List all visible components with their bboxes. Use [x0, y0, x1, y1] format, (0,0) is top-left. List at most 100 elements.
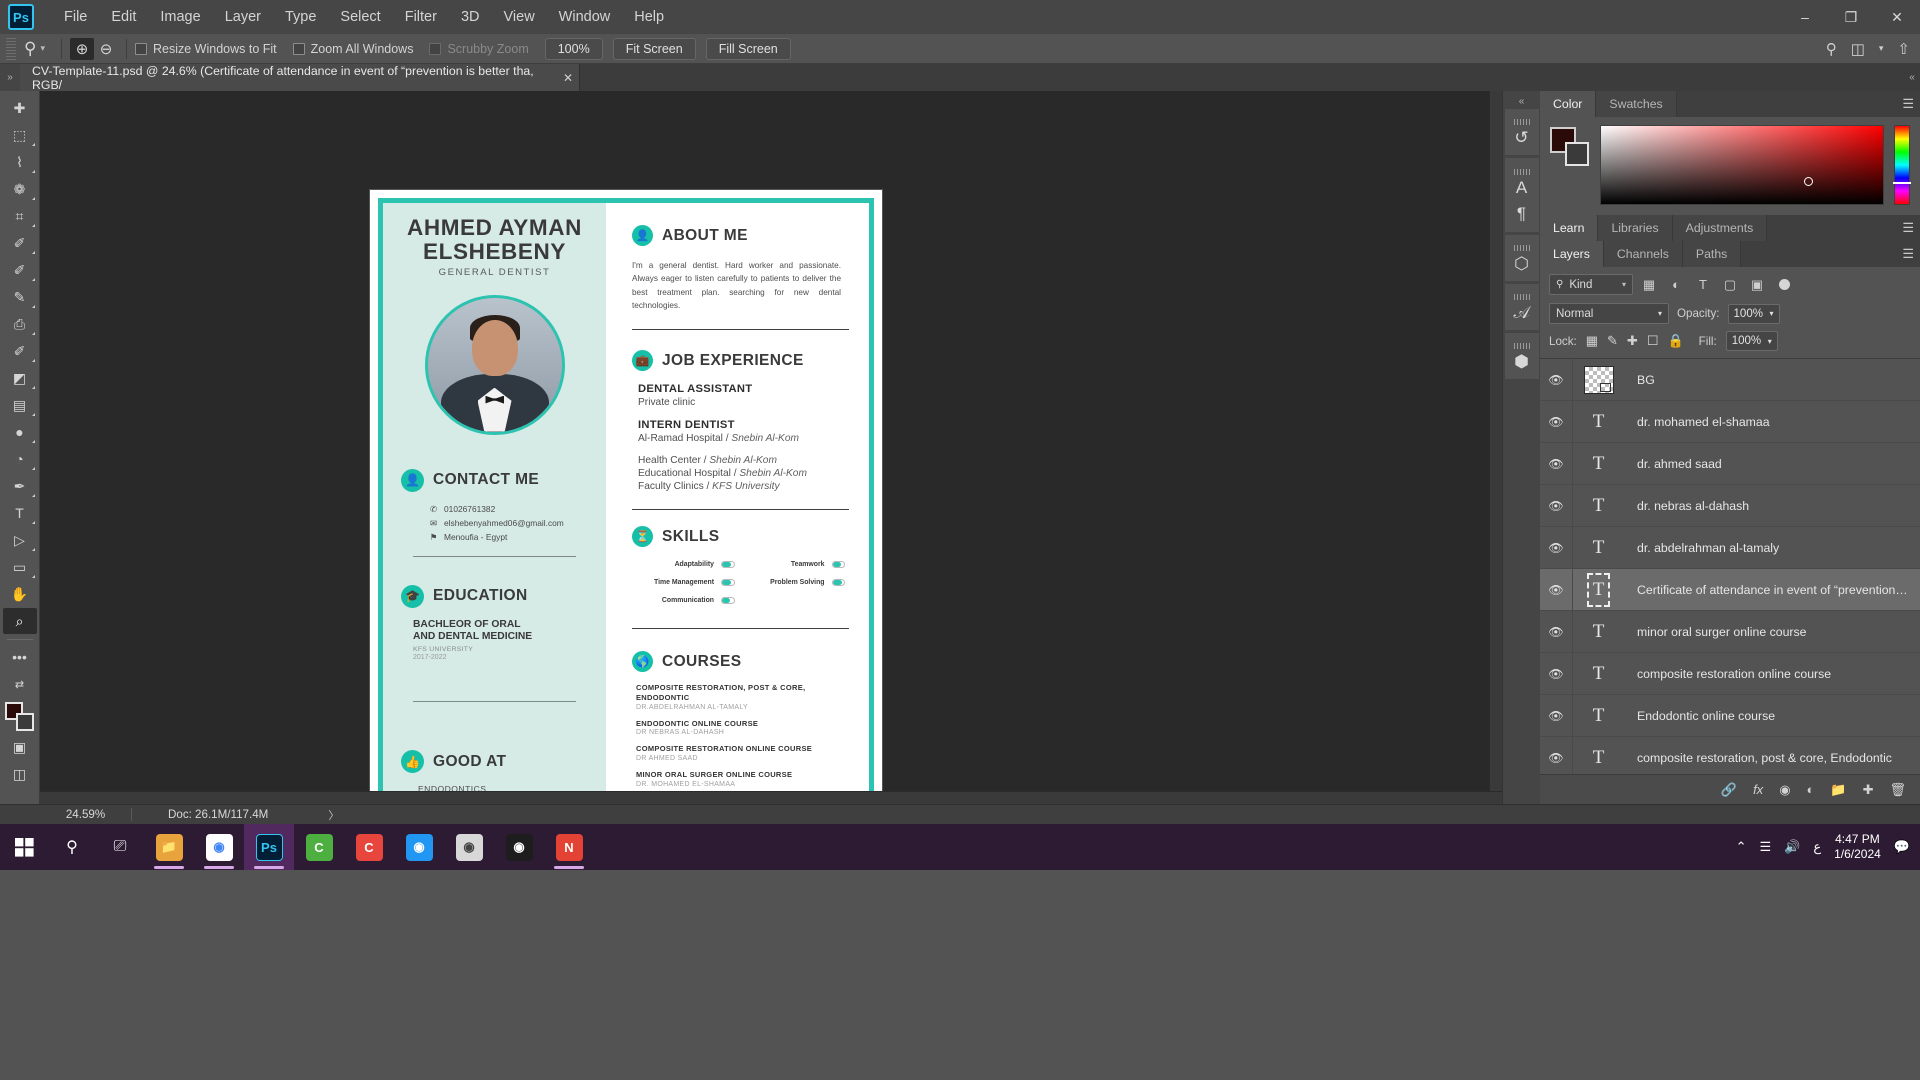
minimize-button[interactable]: – [1782, 0, 1828, 34]
fit-screen-button[interactable]: Fit Screen [612, 37, 696, 60]
taskbar-camtasia[interactable]: C [294, 824, 344, 870]
paragraph-panel-icon[interactable]: ¶ [1517, 205, 1526, 222]
table-row[interactable]: 👁 T composite restoration online course [1540, 653, 1920, 695]
taskbar-photoshop[interactable]: Ps [244, 824, 294, 870]
tool-eraser[interactable]: ◩ [3, 365, 37, 391]
tab-learn[interactable]: Learn [1540, 215, 1599, 241]
tool-history-brush[interactable]: ✐ [3, 338, 37, 364]
cv-document[interactable]: AHMED AYMAN ELSHEBENY GENERAL DENTIST 👤 … [370, 190, 882, 804]
workspace-icon[interactable]: ◫ [1851, 40, 1865, 58]
edit-toolbar-icon[interactable]: ••• [3, 644, 37, 670]
filter-smart-objects-icon[interactable]: ▣ [1746, 274, 1768, 295]
options-bar-grip[interactable] [6, 37, 16, 60]
layer-name[interactable]: dr. abdelrahman al-tamaly [1624, 541, 1920, 555]
tool-rectangular-marquee[interactable]: ⬚ [3, 122, 37, 148]
tool-clone-stamp[interactable]: ⎙ [3, 311, 37, 337]
clock[interactable]: 4:47 PM 1/6/2024 [1834, 832, 1881, 863]
new-group-icon[interactable]: 📁 [1830, 782, 1846, 798]
canvas-area[interactable]: AHMED AYMAN ELSHEBENY GENERAL DENTIST 👤 … [40, 91, 1502, 804]
tool-hand[interactable]: ✋ [3, 581, 37, 607]
filter-toggle-switch[interactable] [1779, 279, 1790, 290]
table-row[interactable]: 👁 T Endodontic online course [1540, 695, 1920, 737]
tool-preset-chevron-icon[interactable]: ▾ [40, 43, 45, 54]
close-button[interactable]: ✕ [1874, 0, 1920, 34]
taskbar-illustrator[interactable]: N [544, 824, 594, 870]
tool-horizontal-type[interactable]: T [3, 500, 37, 526]
table-row[interactable]: 👁 T dr. nebras al-dahash [1540, 485, 1920, 527]
layer-name[interactable]: Certificate of attendance in event of “p… [1624, 583, 1920, 597]
menu-image[interactable]: Image [148, 3, 212, 31]
taskbar-chrome[interactable]: ◉ [194, 824, 244, 870]
table-row[interactable]: 👁 T composite restoration, post & core, … [1540, 737, 1920, 774]
canvas-vertical-scrollbar[interactable] [1489, 91, 1502, 804]
tool-zoom[interactable]: ⌕ [2, 608, 37, 634]
filter-type-layers-icon[interactable]: T [1692, 274, 1714, 295]
quick-mask-icon[interactable]: ▣ [3, 734, 37, 760]
zoom-level[interactable]: 24.59% [40, 808, 132, 821]
hue-slider[interactable] [1893, 125, 1911, 205]
layer-name[interactable]: composite restoration, post & core, Endo… [1624, 751, 1920, 765]
taskbar-camtasia-recorder[interactable]: C [344, 824, 394, 870]
new-layer-icon[interactable]: ✚ [1863, 782, 1874, 798]
tool-object-selection[interactable]: ❁ [3, 176, 37, 202]
3d-materials-panel-icon[interactable]: ⬢ [1504, 333, 1539, 379]
menu-type[interactable]: Type [273, 3, 328, 31]
character-panel-icon[interactable]: A [1516, 179, 1527, 196]
table-row[interactable]: 👁 T dr. abdelrahman al-tamaly [1540, 527, 1920, 569]
layer-filter-kind[interactable]: ⚲ Kind ▾ [1549, 274, 1633, 295]
color-picker-cursor[interactable] [1804, 177, 1814, 187]
chevron-down-icon[interactable]: ▾ [1879, 43, 1884, 54]
layer-name[interactable]: minor oral surger online course [1624, 625, 1920, 639]
tab-strip-grip[interactable]: » [0, 64, 20, 91]
layer-name[interactable]: composite restoration online course [1624, 667, 1920, 681]
resize-windows-checkbox[interactable]: Resize Windows to Fit [134, 42, 277, 56]
menu-view[interactable]: View [492, 3, 547, 31]
delete-layer-icon[interactable]: 🗑 [1889, 782, 1906, 798]
tool-dodge[interactable]: ◔ [3, 446, 37, 472]
menu-window[interactable]: Window [547, 3, 623, 31]
zoom-100-button[interactable]: 100% [544, 37, 603, 60]
layer-visibility-icon[interactable]: 👁 [1540, 583, 1572, 597]
tab-swatches[interactable]: Swatches [1596, 91, 1677, 117]
layer-name[interactable]: dr. nebras al-dahash [1624, 499, 1920, 513]
taskbar-media-player[interactable]: ◉ [444, 824, 494, 870]
tool-pen[interactable]: ✒ [3, 473, 37, 499]
layer-styles-icon[interactable]: fx [1753, 782, 1763, 797]
layer-mask-icon[interactable]: ◉ [1779, 782, 1790, 798]
menu-file[interactable]: File [52, 3, 99, 31]
search-icon[interactable]: ⚲ [48, 824, 96, 870]
layer-name[interactable]: BG [1624, 373, 1920, 387]
start-icon[interactable] [0, 824, 48, 870]
taskbar-file-explorer[interactable]: 📁 [144, 824, 194, 870]
blend-mode-select[interactable]: Normal ▾ [1549, 303, 1669, 324]
layer-visibility-icon[interactable]: 👁 [1540, 667, 1572, 681]
menu-edit[interactable]: Edit [99, 3, 148, 31]
layer-visibility-icon[interactable]: 👁 [1540, 541, 1572, 555]
zoom-all-windows-checkbox[interactable]: Zoom All Windows [292, 42, 413, 56]
lock-all-icon[interactable]: 🔒 [1667, 333, 1683, 349]
table-row[interactable]: 👁 BG [1540, 359, 1920, 401]
lock-position-icon[interactable]: ✚ [1627, 333, 1638, 349]
tab-color[interactable]: Color [1540, 91, 1597, 117]
language-indicator[interactable]: ع [1813, 839, 1821, 855]
search-icon[interactable]: ⚲ [1826, 40, 1837, 58]
fill-screen-button[interactable]: Fill Screen [705, 37, 791, 60]
tab-libraries[interactable]: Libraries [1598, 215, 1673, 241]
chevron-up-icon[interactable]: ⌃ [1736, 839, 1747, 855]
layer-visibility-icon[interactable]: 👁 [1540, 709, 1572, 723]
color-swatches[interactable] [3, 702, 37, 734]
lock-image-pixels-icon[interactable]: ✎ [1607, 333, 1618, 349]
menu-layer[interactable]: Layer [213, 3, 273, 31]
filter-adjustment-layers-icon[interactable]: ◐ [1665, 274, 1687, 295]
tool-gradient[interactable]: ▤ [3, 392, 37, 418]
character-paragraph-panel-group[interactable]: A ¶ [1504, 158, 1539, 232]
menu-select[interactable]: Select [328, 3, 392, 31]
fill-input[interactable]: 100% ▾ [1725, 331, 1778, 351]
table-row[interactable]: 👁 T dr. mohamed el-shamaa [1540, 401, 1920, 443]
layer-visibility-icon[interactable]: 👁 [1540, 415, 1572, 429]
background-color-swatch[interactable] [1565, 142, 1589, 166]
tool-lasso[interactable]: ⌇ [3, 149, 37, 175]
tool-brush[interactable]: ✎ [3, 284, 37, 310]
swap-colors-icon[interactable]: ⇄ [3, 671, 37, 697]
menu-3d[interactable]: 3D [449, 3, 492, 31]
